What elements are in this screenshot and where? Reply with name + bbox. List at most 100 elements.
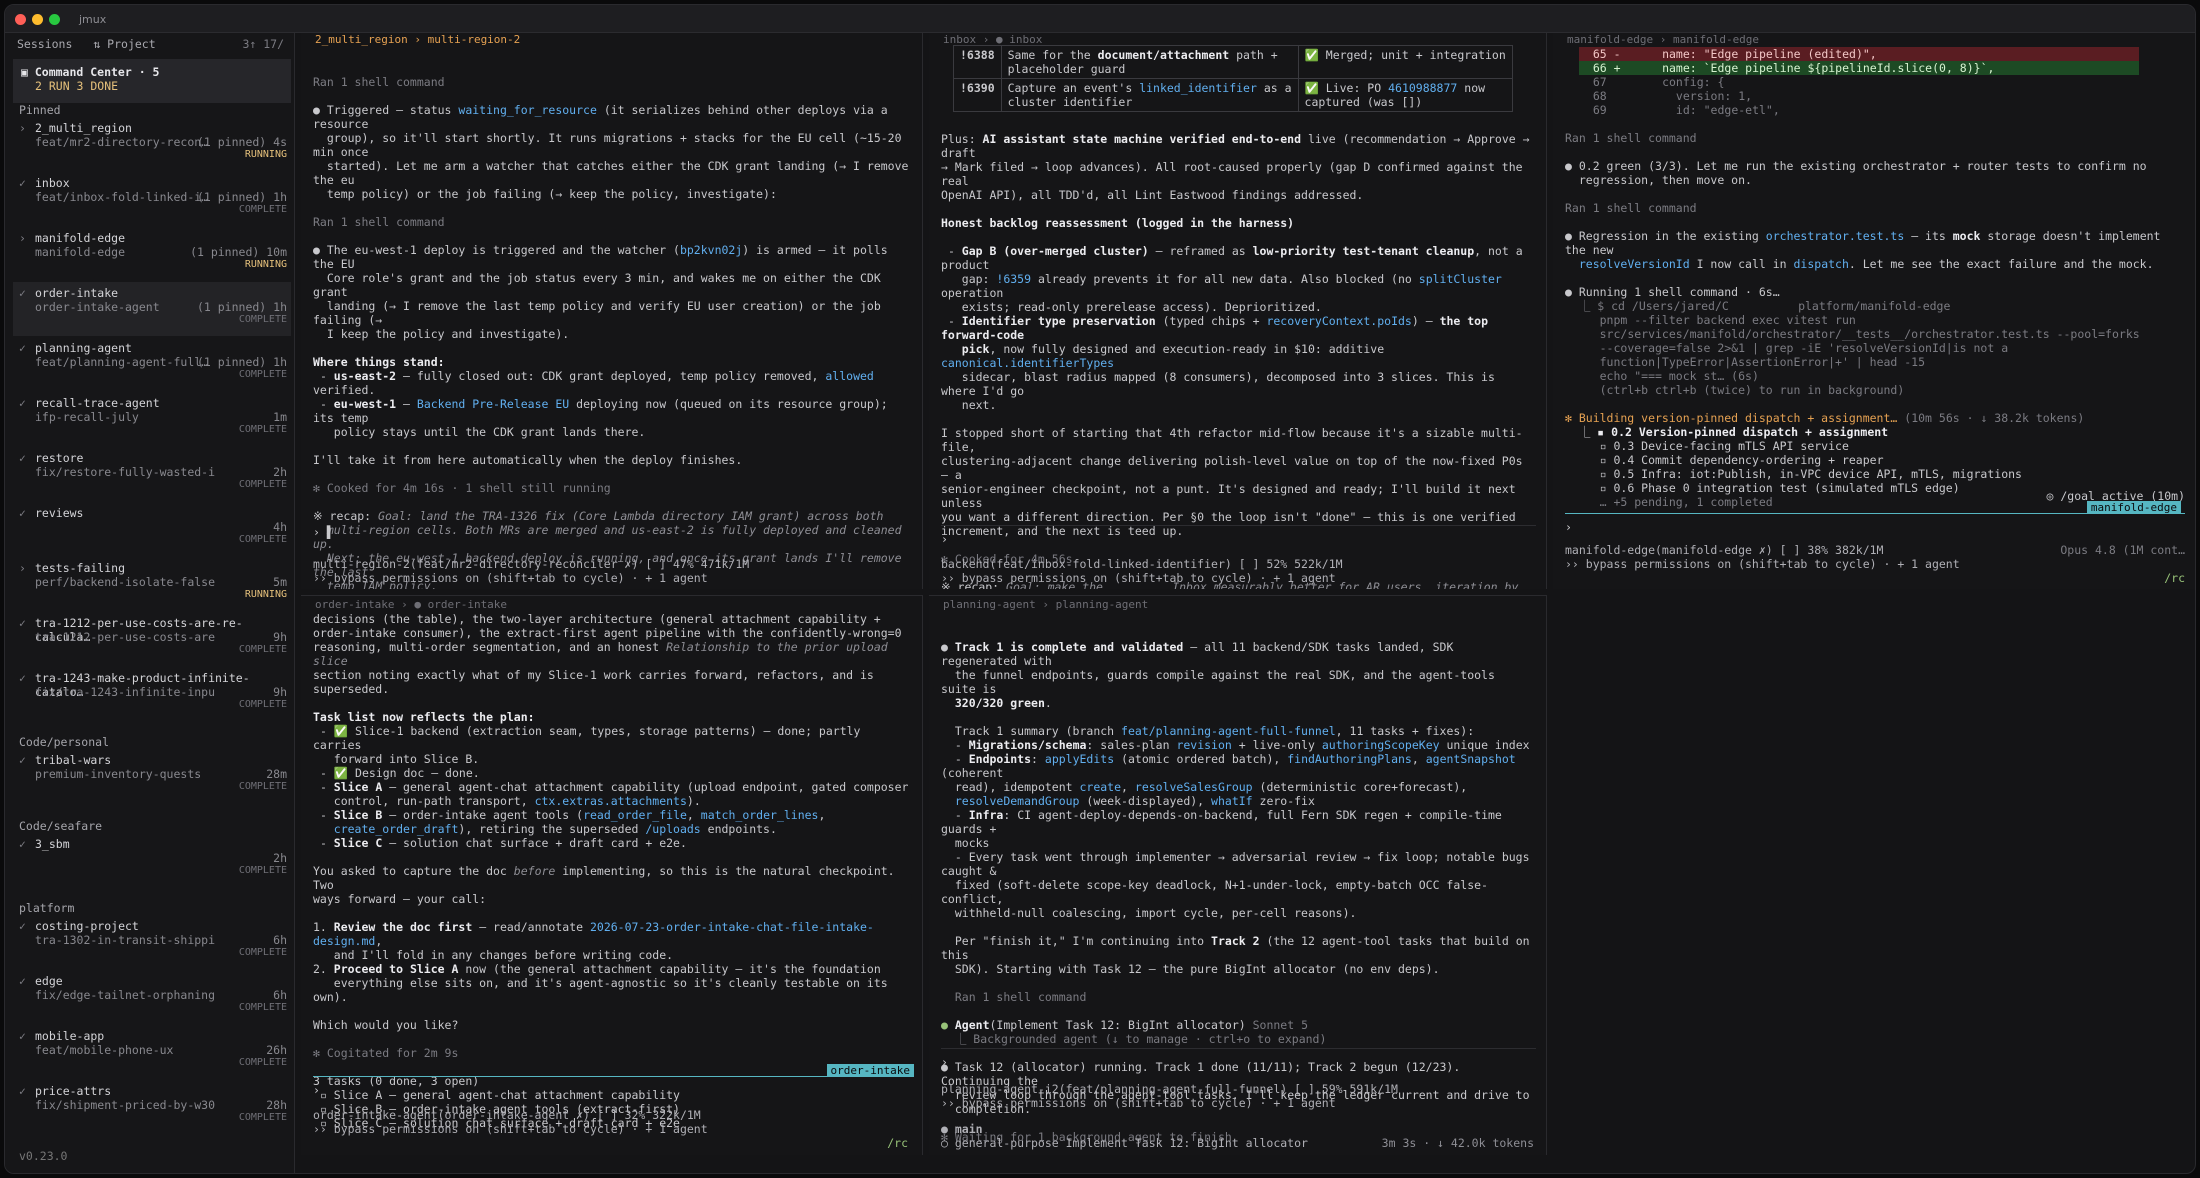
status-line: backend(feat/inbox-fold-linked-identifie… bbox=[941, 557, 1343, 571]
prompt-input[interactable]: › bbox=[1565, 513, 2185, 534]
bypass-permissions: ›› bypass permissions on (shift+tab to c… bbox=[313, 1122, 708, 1136]
minimize-button[interactable] bbox=[32, 14, 43, 25]
session-status-icon: ✓ bbox=[19, 753, 26, 767]
session-meta: 4h bbox=[273, 520, 287, 534]
session-name: recall-trace-agent bbox=[35, 396, 160, 410]
session-status: COMPLETE bbox=[238, 781, 287, 792]
session-name: tribal-wars bbox=[35, 753, 112, 767]
session-meta: 28m bbox=[266, 767, 287, 781]
session-item[interactable]: ✓ tra-1212-per-use-costs-are-re-calcula… t… bbox=[13, 612, 291, 666]
session-item[interactable]: ✓ mobile-app feat/mobile-phone-ux 26h COMPLE… bbox=[13, 1025, 291, 1079]
bypass-permissions: ›› bypass permissions on (shift+tab to c… bbox=[941, 1096, 1336, 1110]
session-status: COMPLETE bbox=[238, 699, 287, 710]
session-branch: fix/edge-tailnet-orphaning bbox=[35, 988, 215, 1002]
session-branch: premium-inventory-quests bbox=[35, 767, 202, 781]
sidebar-header: Sessions ⇅ Project 3↑ 17/ bbox=[17, 37, 284, 55]
agent-timing: 3m 3s · ↓ 42.0k tokens bbox=[1381, 1136, 1534, 1150]
session-status: COMPLETE bbox=[238, 534, 287, 545]
status-line: order-intake-agent(order-intake-agent ✗)… bbox=[313, 1108, 701, 1122]
session-status-icon: ✓ bbox=[19, 974, 26, 988]
model-label: Opus 4.8 (1M cont… bbox=[2060, 543, 2185, 557]
agent-general[interactable]: ○ general-purpose Implement Task 12: Big… bbox=[941, 1136, 1346, 1150]
status-line: multi-region-2(feat/mr2-directory-reconc… bbox=[313, 557, 750, 571]
session-item[interactable]: ✓ inbox feat/inbox-fold-linked-i… (1 pinned… bbox=[13, 172, 291, 226]
title-bar: jmux bbox=[5, 5, 2195, 33]
session-item[interactable]: ✓ recall-trace-agent ifp-recall-july 1m COMP… bbox=[13, 392, 291, 446]
pane-planning-agent[interactable]: planning-agent › planning-agent ● Track … bbox=[929, 595, 1547, 1155]
maximize-button[interactable] bbox=[49, 14, 60, 25]
session-status-icon: ✓ bbox=[19, 671, 26, 685]
prompt-input[interactable]: › bbox=[941, 525, 1536, 546]
session-status: RUNNING bbox=[244, 589, 287, 600]
tab-sessions[interactable]: Sessions bbox=[17, 37, 72, 51]
section-pinned: Pinned bbox=[19, 103, 61, 117]
command-center[interactable]: ▣ Command Center · 5 2 RUN 3 DONE bbox=[13, 59, 291, 103]
session-name: costing-project bbox=[35, 919, 139, 933]
session-status: COMPLETE bbox=[238, 204, 287, 215]
section-platform: platform bbox=[19, 901, 75, 915]
session-branch: tra-1302-in-transit-shipping-cost bbox=[35, 933, 215, 947]
session-item[interactable]: ✓ tribal-wars premium-inventory-quests 28m C… bbox=[13, 749, 291, 803]
session-meta: 9h bbox=[273, 630, 287, 644]
command-center-title: ▣ Command Center · 5 bbox=[21, 65, 160, 79]
window-title: jmux bbox=[79, 13, 107, 26]
close-button[interactable] bbox=[15, 14, 26, 25]
session-branch: feat/planning-agent-full… bbox=[35, 355, 209, 369]
prompt-input[interactable]: › ▌ bbox=[313, 519, 912, 539]
session-name: restore bbox=[35, 451, 84, 465]
status-line: planning-agent-i2(feat/planning-agent-fu… bbox=[941, 1082, 1398, 1096]
pane-inbox[interactable]: inbox › ● inbox !6388 Same for the docume… bbox=[929, 33, 1547, 589]
prompt-input[interactable]: › bbox=[313, 1076, 912, 1097]
session-meta: (1 pinned) 10m bbox=[190, 245, 287, 259]
session-item[interactable]: › 2_multi_region feat/mr2-directory-recon…… bbox=[13, 117, 291, 171]
session-item[interactable]: › tests-failing perf/backend-isolate-false… bbox=[13, 557, 291, 611]
agent-main[interactable]: ● main bbox=[941, 1122, 1536, 1136]
pane-manifold-edge[interactable]: manifold-edge › manifold-edge 65 - name:… bbox=[1553, 33, 2195, 589]
session-status-icon: ✓ bbox=[19, 919, 26, 933]
session-item[interactable]: ✓ tra-1243-make-product-infinite-catalo… f… bbox=[13, 667, 291, 721]
session-meta: 26h bbox=[266, 1043, 287, 1057]
session-status: COMPLETE bbox=[238, 424, 287, 435]
session-status: COMPLETE bbox=[238, 1002, 287, 1013]
session-meta: 9h bbox=[273, 685, 287, 699]
session-status-icon: ✓ bbox=[19, 176, 26, 190]
session-status-icon: › bbox=[19, 121, 26, 135]
session-item[interactable]: ✓ price-attrs fix/shipment-priced-by-w30 28… bbox=[13, 1080, 291, 1134]
session-item[interactable]: › manifold-edge manifold-edge (1 pinned) 10… bbox=[13, 227, 291, 281]
rc-indicator: /rc bbox=[2164, 571, 2185, 585]
prompt-input[interactable]: › bbox=[941, 1048, 1536, 1069]
session-status-icon: ✓ bbox=[19, 837, 26, 851]
session-item[interactable]: ✓ order-intake order-intake-agent (1 pinned… bbox=[13, 282, 291, 336]
pane-header: planning-agent › planning-agent bbox=[943, 598, 1149, 611]
session-branch: fix/tra-1243-infinite-input-varianc… bbox=[35, 685, 215, 699]
pane-transcript: !6388 Same for the document/attachment pa… bbox=[941, 44, 1536, 589]
session-item[interactable]: ✓ costing-project tra-1302-in-transit-ship… bbox=[13, 915, 291, 969]
session-branch: fix/shipment-priced-by-w30 bbox=[35, 1098, 215, 1112]
session-item[interactable]: ✓ reviews 4h COMPLETE bbox=[13, 502, 291, 556]
pane-multi-region[interactable]: 2_multi_region › multi-region-2 Ran 1 sh… bbox=[301, 33, 923, 589]
session-item[interactable]: ✓ planning-agent feat/planning-agent-full…… bbox=[13, 337, 291, 391]
session-status-icon: › bbox=[19, 231, 26, 245]
session-status: COMPLETE bbox=[238, 865, 287, 876]
terminal-window: jmux Sessions ⇅ Project 3↑ 17/ ▣ Command… bbox=[4, 4, 2196, 1174]
session-branch: tra-1212-per-use-costs-are-re-c… bbox=[35, 630, 215, 644]
session-item[interactable]: ✓ 3_sbm 2h COMPLETE bbox=[13, 833, 291, 887]
session-name: 3_sbm bbox=[35, 837, 70, 851]
pane-transcript: decisions (the table), the two-layer arc… bbox=[313, 612, 909, 1131]
section-code-personal: Code/personal bbox=[19, 735, 110, 749]
bypass-permissions: ›› bypass permissions on (shift+tab to c… bbox=[313, 571, 708, 585]
session-status: COMPLETE bbox=[238, 479, 287, 490]
version-label: v0.23.0 bbox=[19, 1148, 68, 1163]
session-status-icon: ✓ bbox=[19, 1029, 26, 1043]
pane-order-intake[interactable]: order-intake › ● order-intake decisions … bbox=[301, 595, 923, 1155]
session-meta: 6h bbox=[273, 933, 287, 947]
session-meta: 6h bbox=[273, 988, 287, 1002]
session-status-icon: ✓ bbox=[19, 396, 26, 410]
session-item[interactable]: ✓ restorefix/restore-fully-wasted-invento… bbox=[13, 447, 291, 501]
session-branch: manifold-edge bbox=[35, 245, 126, 259]
session-item[interactable]: ✓ edge fix/edge-tailnet-orphaning 6h COMPLET… bbox=[13, 970, 291, 1024]
session-name: inbox bbox=[35, 176, 70, 190]
session-branch: feat/mr2-directory-recon… bbox=[35, 135, 209, 149]
session-branch: fix/restore-fully-wasted-inventory bbox=[35, 465, 215, 479]
tab-project[interactable]: ⇅ Project bbox=[93, 37, 155, 51]
